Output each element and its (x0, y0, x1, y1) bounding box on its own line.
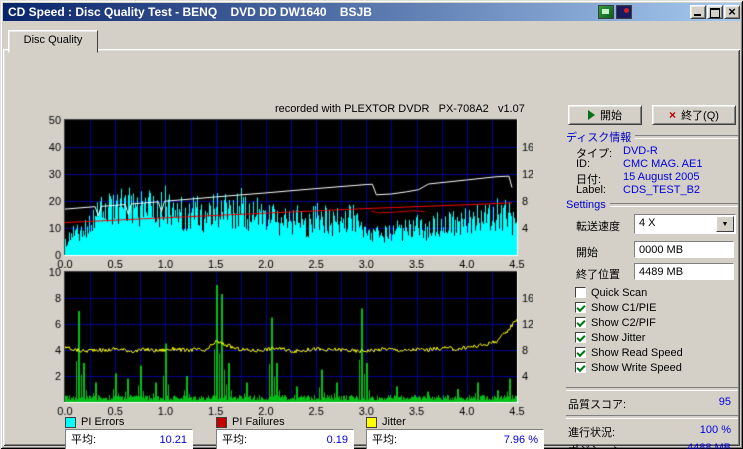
start-button-label: 開始 (600, 110, 622, 122)
checkbox-show-write-speed[interactable]: Show Write Speed (575, 361, 737, 374)
checkbox-label: Show C1/PIE (591, 301, 657, 314)
pi-failures-jitter-chart (33, 265, 533, 417)
close-icon: × (728, 4, 736, 19)
minimize-icon (694, 14, 701, 16)
speed-select[interactable]: 4 X ▼ (634, 214, 736, 234)
pi-failures-swatch-icon (216, 416, 227, 428)
checkbox-show-jitter[interactable]: Show Jitter (575, 331, 737, 344)
end-position-label: 終了位置 (576, 269, 620, 281)
pi-errors-chart (33, 112, 533, 268)
disc-type-row: タイプ: DVD-R (576, 145, 738, 160)
speed-select-value: 4 X (639, 217, 656, 229)
checkbox-box (575, 347, 586, 358)
checkbox-box (575, 332, 586, 343)
divider (566, 387, 738, 391)
divider (609, 202, 738, 207)
minimize-button[interactable] (690, 5, 706, 19)
pi-errors-legend-label: PI Errors (81, 416, 125, 428)
window-title: CD Speed : Disc Quality Test - BENQ DVD … (8, 5, 372, 19)
maximize-button[interactable] (707, 5, 723, 19)
disc-info-title: ディスク情報 (566, 131, 632, 144)
pi-failures-stats-box: 平均:0.19 最大:9 合計:2508 (216, 429, 354, 449)
progress-value: 100 % (699, 424, 731, 436)
jitter-legend-label: Jitter (382, 416, 406, 428)
legend-pi-failures: PI Failures (216, 416, 285, 428)
disc-id-value: CMC MAG. AE1 (623, 158, 703, 170)
position-value: 4488 MB (686, 442, 731, 449)
progress-row: 進行状況: 100 % (568, 424, 738, 439)
disc-id-label: ID: (576, 158, 591, 170)
speed-setting-label: 転送速度 (576, 221, 620, 233)
end-position-field[interactable] (634, 263, 734, 280)
legend-pi-errors: PI Errors (65, 416, 124, 428)
pi-errors-swatch-icon (65, 416, 76, 428)
disc-type-value: DVD-R (623, 145, 658, 157)
exit-button[interactable]: × 終了(Q) (652, 105, 736, 125)
divider (635, 134, 738, 139)
divider (566, 415, 738, 419)
checkbox-show-c1-pie[interactable]: Show C1/PIE (575, 301, 737, 314)
checkbox-show-c2-pif[interactable]: Show C2/PIF (575, 316, 737, 329)
stat-label: 平均: (372, 434, 398, 446)
stat-row: 平均: 7.96 % (367, 431, 543, 449)
exit-button-label: 終了(Q) (681, 110, 719, 122)
tab-disc-quality[interactable]: Disc Quality (8, 30, 98, 53)
disc-date-value: 15 August 2005 (623, 171, 700, 183)
chevron-down-icon: ▼ (721, 220, 729, 228)
checkbox-show-read-speed[interactable]: Show Read Speed (575, 346, 737, 359)
legend-jitter: Jitter (366, 416, 406, 428)
start-position-label: 開始 (576, 247, 598, 259)
checkbox-quick-scan[interactable]: Quick Scan (575, 286, 737, 299)
tab-page: recorded with PLEXTOR DVDR PX-708A2 v1.0… (3, 49, 740, 449)
checkbox-box (575, 317, 586, 328)
checkbox-label: Show Write Speed (591, 361, 682, 374)
checkbox-box (575, 302, 586, 313)
quality-score-label: 品質スコア: (568, 399, 627, 411)
settings-header: Settings (566, 198, 738, 211)
checkbox-label: Show Read Speed (591, 346, 683, 359)
stat-row: 平均: 0.19 (217, 431, 353, 449)
pi-errors-stats-box: 平均:10.21 最大:29 合計:128131 (65, 429, 193, 449)
jitter-swatch-icon (366, 416, 377, 428)
speed-select-dropdown-button[interactable]: ▼ (716, 216, 734, 232)
position-label: ポジション: (568, 445, 626, 449)
position-row: ポジション: 4488 MB (568, 442, 738, 449)
disc-date-row: 日付: 15 August 2005 (576, 171, 738, 186)
stat-value: 0.19 (326, 434, 348, 446)
checkbox-label: Quick Scan (591, 286, 648, 299)
titlebar[interactable]: CD Speed : Disc Quality Test - BENQ DVD … (3, 3, 740, 21)
start-button[interactable]: 開始 (568, 105, 642, 125)
disc-label-label: Label: (576, 184, 606, 196)
app-window: CD Speed : Disc Quality Test - BENQ DVD … (0, 0, 743, 449)
checkbox-box (575, 287, 586, 298)
stat-row: 平均: 10.21 (66, 431, 192, 449)
exit-icon: × (669, 108, 677, 122)
start-position-field[interactable] (634, 241, 734, 258)
progress-label: 進行状況: (568, 427, 616, 439)
disc-id-row: ID: CMC MAG. AE1 (576, 158, 738, 171)
pi-failures-legend-label: PI Failures (232, 416, 285, 428)
titlebar-graph-icon[interactable] (616, 5, 632, 19)
quality-score-value: 95 (718, 396, 731, 408)
stat-value: 7.96 % (503, 434, 538, 446)
stat-value: 10.21 (159, 434, 187, 446)
disc-label-value: CDS_TEST_B2 (623, 184, 701, 196)
quality-score-row: 品質スコア: 95 (568, 396, 738, 411)
maximize-icon (710, 8, 720, 18)
checkbox-label: Show Jitter (591, 331, 646, 344)
tab-label: Disc Quality (23, 34, 83, 46)
checkbox-label: Show C2/PIF (591, 316, 656, 329)
stat-label: 平均: (222, 434, 248, 446)
stat-label: 平均: (71, 434, 97, 446)
close-button[interactable]: × (724, 5, 740, 19)
start-icon (588, 110, 595, 120)
disc-info-header: ディスク情報 (566, 130, 738, 144)
titlebar-disc-icon[interactable] (598, 5, 614, 19)
jitter-stats-box: 平均:7.96 % 最大:12.9 % (366, 429, 544, 449)
disc-label-row: Label: CDS_TEST_B2 (576, 184, 738, 197)
checkbox-box (575, 362, 586, 373)
settings-title: Settings (566, 198, 606, 211)
